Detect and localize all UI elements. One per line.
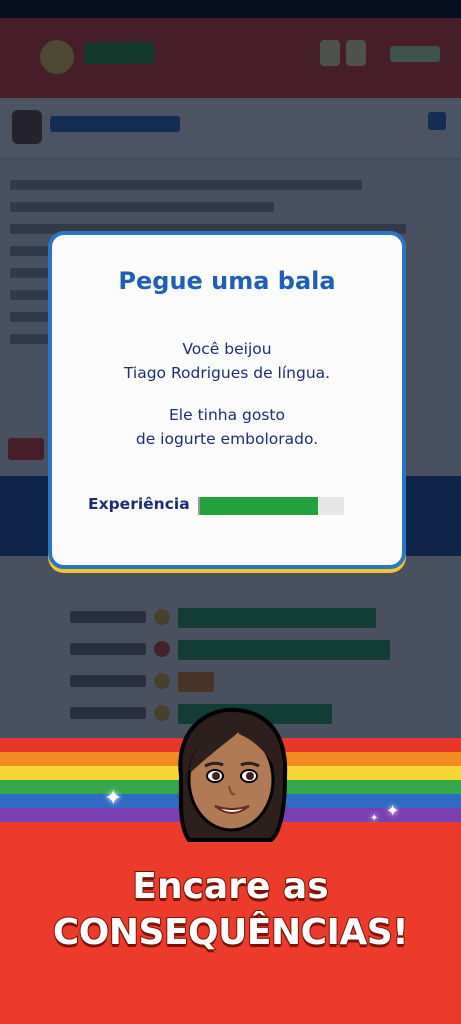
experience-label: Experiência [88,495,190,513]
dialog-message-taste: Ele tinha gosto de iogurte embolorado. [52,403,402,451]
event-dialog: Pegue uma bala Você beijou Tiago Rodrigu… [48,231,406,569]
dialog-title: Pegue uma bala [118,267,336,295]
promo-headline-line2: CONSEQUÊNCIAS! [52,911,410,954]
experience-bar-fill [200,497,319,515]
sparkle-icon: ✦ [104,786,123,811]
message-line: de iogurte embolorado. [135,430,319,448]
message-line: Tiago Rodrigues de língua. [123,364,331,382]
experience-bar [198,497,344,515]
sparkle-icon: ✦ [370,813,379,824]
promo-headline-line1: Encare as [131,865,329,908]
female-avatar-icon [178,707,288,842]
dialog-message-kiss: Você beijou Tiago Rodrigues de língua. [52,337,402,385]
message-line: Ele tinha gosto [169,406,285,424]
message-line: Você beijou [182,340,272,358]
sparkle-icon: ✦ [386,801,400,820]
